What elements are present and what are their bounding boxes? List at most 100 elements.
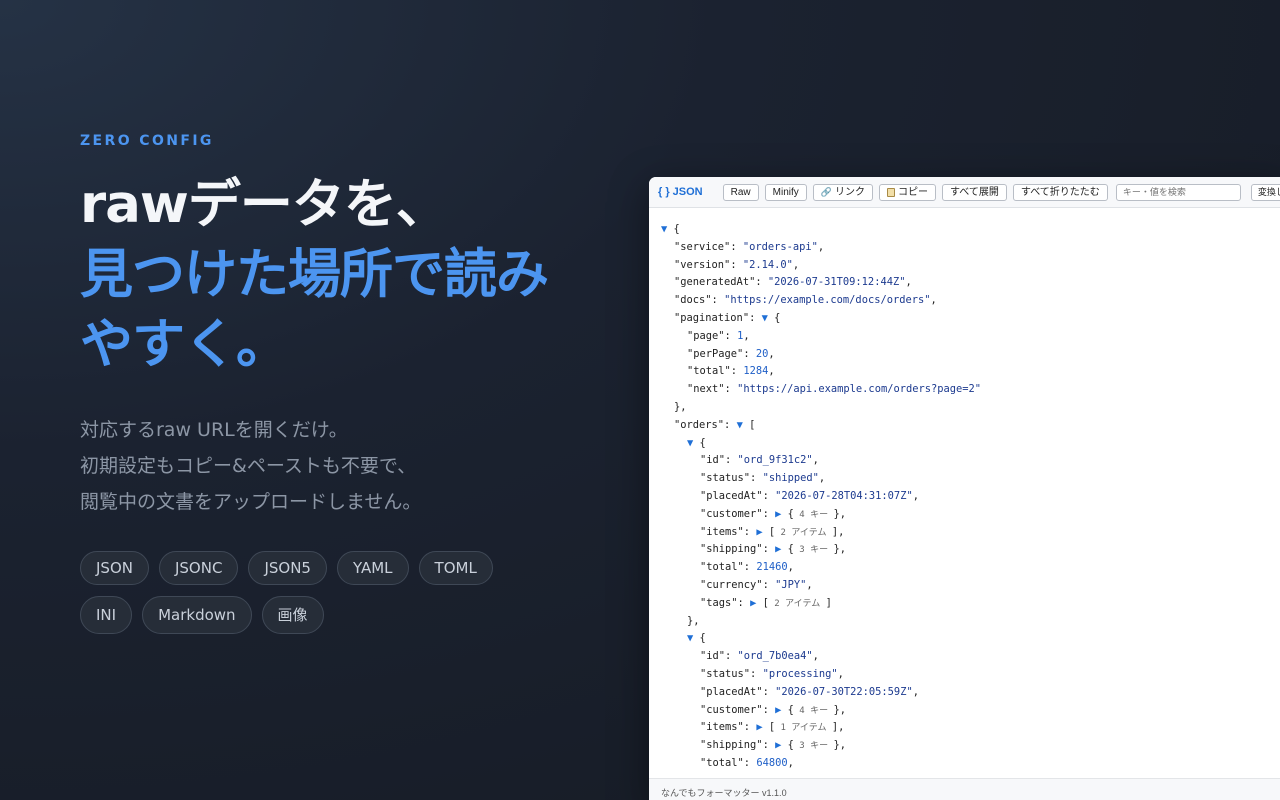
search-input[interactable]: [1115, 183, 1241, 201]
json-comma: ,: [812, 454, 819, 467]
json-bracket: },: [833, 703, 847, 716]
chip-toml: TOML: [418, 551, 493, 585]
json-line: "total": 64800,: [649, 755, 1280, 773]
collapsed-summary: 4 キー: [793, 509, 834, 520]
eyebrow-label: ZERO CONFIG: [80, 133, 214, 149]
collapsed-toggle-icon[interactable]: ▶: [756, 526, 769, 538]
collapsed-toggle-icon[interactable]: ▶: [775, 739, 788, 751]
json-line: "total": 21460,: [649, 559, 1280, 577]
json-bracket: {: [699, 436, 706, 449]
headline-line-2: 見つけた場所で読み: [80, 244, 549, 305]
json-line: "id": "ord_9f31c2",: [649, 452, 1280, 470]
json-colon: :: [762, 489, 776, 502]
json-colon: :: [724, 329, 738, 342]
chip-ini: INI: [80, 596, 133, 634]
collapsed-toggle-icon[interactable]: ▶: [775, 543, 788, 555]
expand-toggle-icon[interactable]: ▼: [687, 632, 700, 644]
json-bracket: ],: [831, 525, 845, 538]
json-viewer-window: { } JSON Raw Minify 🔗 リンク コピー すべて展開 すべて折…: [649, 177, 1280, 800]
description-line-1: 対応するraw URLを開くだけ。: [80, 419, 348, 441]
json-key: "pagination": [674, 311, 750, 324]
collapsed-toggle-icon[interactable]: ▶: [775, 704, 788, 716]
json-string-value: "processing": [762, 667, 838, 680]
expand-all-button[interactable]: すべて展開: [942, 183, 1007, 201]
json-line: "generatedAt": "2026-07-31T09:12:44Z",: [649, 274, 1280, 292]
json-comma: ,: [930, 294, 937, 307]
json-bracket: ]: [825, 596, 832, 609]
json-string-value: "orders-api": [742, 240, 818, 253]
chip-json: JSON: [80, 551, 149, 585]
format-chips: JSON JSONC JSON5 YAML TOML INI Markdown …: [80, 551, 550, 634]
link-button[interactable]: 🔗 リンク: [812, 183, 873, 201]
json-colon: :: [743, 347, 756, 360]
collapsed-toggle-icon[interactable]: ▶: [756, 721, 769, 733]
json-line: ▼ {: [649, 221, 1280, 239]
expand-toggle-icon[interactable]: ▼: [762, 312, 775, 324]
collapse-all-label: すべて折りたたむ: [1020, 186, 1100, 198]
json-line: "orders": ▼ [: [649, 417, 1280, 435]
json-colon: :: [724, 383, 738, 396]
json-line: "next": "https://api.example.com/orders?…: [649, 381, 1280, 399]
convert-select[interactable]: 変換しない ▾: [1250, 183, 1280, 201]
json-line: "customer": ▶ { 4 キー },: [649, 702, 1280, 720]
json-colon: :: [725, 650, 738, 663]
expand-toggle-icon[interactable]: ▼: [661, 223, 674, 235]
json-line: "status": "shipped",: [649, 470, 1280, 488]
json-comma: ,: [905, 276, 912, 289]
json-line: "docs": "https://example.com/docs/orders…: [649, 292, 1280, 310]
json-colon: :: [762, 703, 776, 716]
json-line: "page": 1,: [649, 328, 1280, 346]
collapsed-toggle-icon[interactable]: ▶: [775, 508, 788, 520]
json-comma: ,: [768, 347, 775, 360]
json-comma: ,: [806, 578, 813, 591]
headline-line-3: やすく。: [80, 314, 289, 375]
json-line: "placedAt": "2026-07-28T04:31:07Z",: [649, 488, 1280, 506]
json-key: "total": [700, 561, 744, 574]
json-number-value: 20: [755, 347, 769, 360]
json-key: "id": [700, 650, 726, 663]
json-number-value: 1284: [743, 365, 769, 378]
collapsed-toggle-icon[interactable]: ▶: [750, 597, 763, 609]
json-key: "items": [700, 525, 744, 538]
chip-json5: JSON5: [248, 551, 327, 585]
json-line: "currency": "JPY",: [649, 577, 1280, 595]
json-string-value: "2026-07-30T22:05:59Z": [775, 685, 913, 698]
json-colon: :: [743, 721, 757, 734]
convert-select-value: 変換しない: [1257, 186, 1280, 197]
raw-button-label: Raw: [730, 186, 751, 198]
json-colon: :: [730, 365, 744, 378]
json-comma: ,: [792, 258, 800, 271]
json-colon: :: [755, 276, 768, 289]
minify-button[interactable]: Minify: [764, 183, 807, 201]
json-colon: :: [730, 240, 743, 253]
json-key: "status": [700, 667, 751, 680]
expand-toggle-icon[interactable]: ▼: [687, 437, 700, 449]
json-line: "id": "ord_7b0ea4",: [649, 648, 1280, 666]
collapsed-summary: 3 キー: [793, 741, 834, 752]
json-line: "placedAt": "2026-07-30T22:05:59Z",: [649, 684, 1280, 702]
json-line: "shipping": ▶ { 3 キー },: [649, 737, 1280, 755]
copy-button[interactable]: コピー: [879, 183, 936, 201]
json-bracket: [: [749, 418, 756, 431]
json-line: "pagination": ▼ {: [649, 310, 1280, 328]
json-colon: :: [750, 667, 763, 680]
version-label: なんでもフォーマッター v1.1.0: [661, 788, 787, 798]
json-key: "id": [700, 454, 726, 467]
json-colon: :: [730, 258, 743, 271]
json-line: "customer": ▶ { 4 キー },: [649, 506, 1280, 524]
json-line: ▼ {: [649, 435, 1280, 453]
json-key: "total": [700, 756, 744, 769]
json-bracket: },: [687, 614, 700, 627]
expand-toggle-icon[interactable]: ▼: [737, 419, 750, 431]
raw-button[interactable]: Raw: [722, 183, 759, 201]
json-colon: :: [743, 561, 757, 574]
collapsed-summary: 2 アイテム: [768, 598, 826, 609]
description-line-2: 初期設定もコピー&ペーストも不要で、: [80, 455, 417, 477]
collapsed-summary: 3 キー: [793, 545, 834, 556]
collapse-all-button[interactable]: すべて折りたたむ: [1012, 183, 1108, 201]
json-key: "currency": [700, 578, 763, 591]
link-icon: 🔗: [820, 186, 832, 197]
json-key: "version": [674, 258, 731, 271]
chip-jsonc: JSONC: [158, 551, 239, 585]
copy-button-label: コピー: [898, 186, 928, 198]
